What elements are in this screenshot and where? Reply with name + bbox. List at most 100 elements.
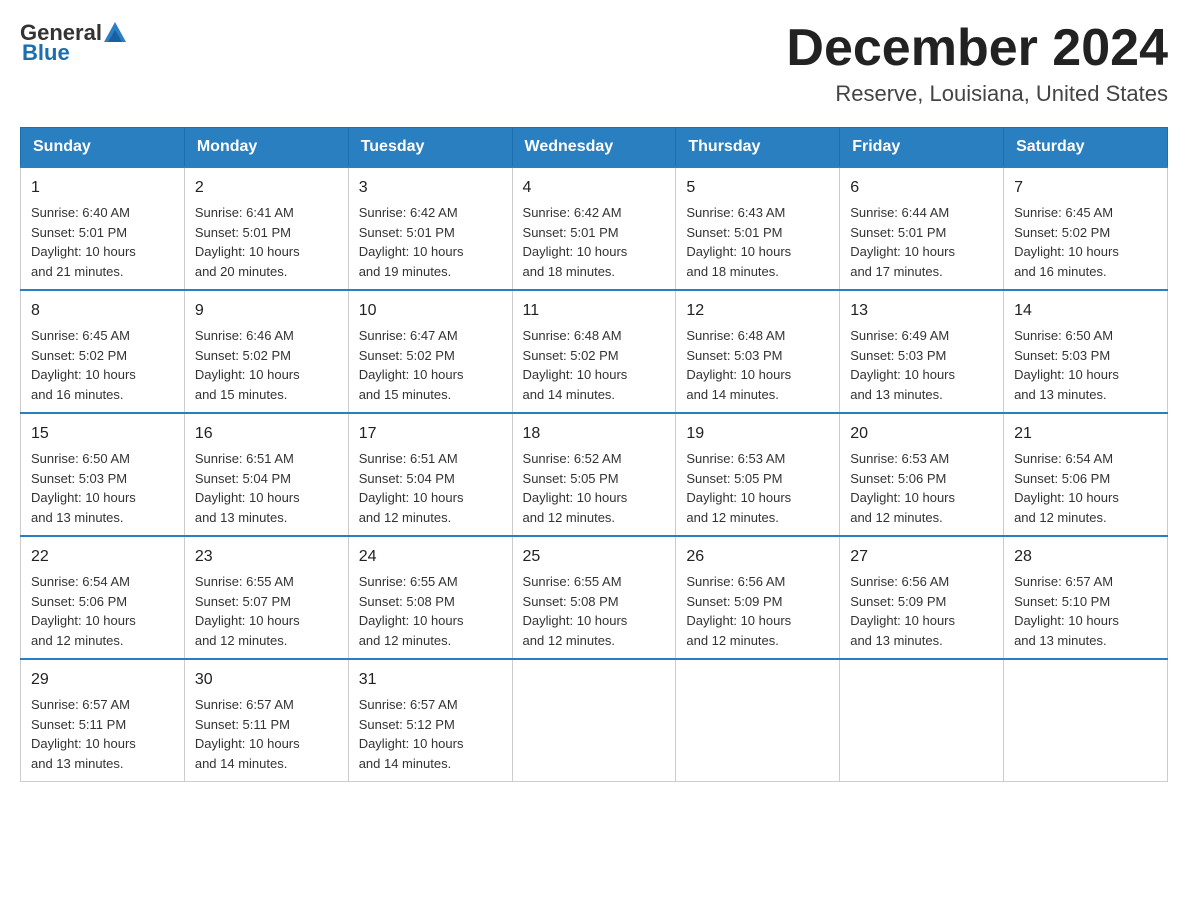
day-number: 27: [850, 545, 993, 569]
header-sunday: Sunday: [21, 128, 185, 168]
day-info: Sunrise: 6:56 AMSunset: 5:09 PMDaylight:…: [686, 572, 829, 650]
table-cell: [1004, 659, 1168, 782]
day-info: Sunrise: 6:48 AMSunset: 5:03 PMDaylight:…: [686, 326, 829, 404]
day-number: 30: [195, 668, 338, 692]
table-cell: 8 Sunrise: 6:45 AMSunset: 5:02 PMDaylight…: [21, 290, 185, 413]
table-cell: 27 Sunrise: 6:56 AMSunset: 5:09 PMDayligh…: [840, 536, 1004, 659]
week-row-2: 8 Sunrise: 6:45 AMSunset: 5:02 PMDaylight…: [21, 290, 1168, 413]
table-cell: 30 Sunrise: 6:57 AMSunset: 5:11 PMDayligh…: [184, 659, 348, 782]
day-number: 7: [1014, 176, 1157, 200]
table-cell: 31Sunrise: 6:57 AMSunset: 5:12 PMDayligh…: [348, 659, 512, 782]
day-info: Sunrise: 6:57 AMSunset: 5:11 PMDaylight:…: [31, 695, 174, 773]
table-cell: 26 Sunrise: 6:56 AMSunset: 5:09 PMDayligh…: [676, 536, 840, 659]
day-info: Sunrise: 6:40 AMSunset: 5:01 PMDaylight:…: [31, 203, 174, 281]
day-number: 14: [1014, 299, 1157, 323]
day-info: Sunrise: 6:42 AMSunset: 5:01 PMDaylight:…: [523, 203, 666, 281]
calendar-table: Sunday Monday Tuesday Wednesday Thursday…: [20, 127, 1168, 782]
table-cell: 3 Sunrise: 6:42 AMSunset: 5:01 PMDaylight…: [348, 167, 512, 290]
header-monday: Monday: [184, 128, 348, 168]
day-info: Sunrise: 6:53 AMSunset: 5:05 PMDaylight:…: [686, 449, 829, 527]
week-row-3: 15 Sunrise: 6:50 AMSunset: 5:03 PMDayligh…: [21, 413, 1168, 536]
table-cell: 25Sunrise: 6:55 AMSunset: 5:08 PMDayligh…: [512, 536, 676, 659]
day-info: Sunrise: 6:47 AMSunset: 5:02 PMDaylight:…: [359, 326, 502, 404]
day-number: 18: [523, 422, 666, 446]
header-saturday: Saturday: [1004, 128, 1168, 168]
table-cell: 22Sunrise: 6:54 AMSunset: 5:06 PMDayligh…: [21, 536, 185, 659]
table-cell: 10 Sunrise: 6:47 AMSunset: 5:02 PMDayligh…: [348, 290, 512, 413]
page-subtitle: Reserve, Louisiana, United States: [786, 81, 1168, 107]
day-info: Sunrise: 6:49 AMSunset: 5:03 PMDaylight:…: [850, 326, 993, 404]
day-info: Sunrise: 6:50 AMSunset: 5:03 PMDaylight:…: [1014, 326, 1157, 404]
day-number: 23: [195, 545, 338, 569]
table-cell: 29 Sunrise: 6:57 AMSunset: 5:11 PMDayligh…: [21, 659, 185, 782]
day-info: Sunrise: 6:45 AMSunset: 5:02 PMDaylight:…: [31, 326, 174, 404]
day-number: 16: [195, 422, 338, 446]
table-cell: 16 Sunrise: 6:51 AMSunset: 5:04 PMDayligh…: [184, 413, 348, 536]
day-number: 26: [686, 545, 829, 569]
day-number: 11: [523, 299, 666, 323]
day-number: 8: [31, 299, 174, 323]
table-cell: 17 Sunrise: 6:51 AMSunset: 5:04 PMDayligh…: [348, 413, 512, 536]
logo-icon: [102, 20, 128, 46]
day-info: Sunrise: 6:52 AMSunset: 5:05 PMDaylight:…: [523, 449, 666, 527]
day-info: Sunrise: 6:54 AMSunset: 5:06 PMDaylight:…: [1014, 449, 1157, 527]
day-info: Sunrise: 6:57 AMSunset: 5:12 PMDaylight:…: [359, 695, 502, 773]
day-number: 25: [523, 545, 666, 569]
day-number: 15: [31, 422, 174, 446]
day-info: Sunrise: 6:55 AMSunset: 5:07 PMDaylight:…: [195, 572, 338, 650]
table-cell: 15 Sunrise: 6:50 AMSunset: 5:03 PMDayligh…: [21, 413, 185, 536]
day-info: Sunrise: 6:56 AMSunset: 5:09 PMDaylight:…: [850, 572, 993, 650]
day-number: 9: [195, 299, 338, 323]
day-info: Sunrise: 6:42 AMSunset: 5:01 PMDaylight:…: [359, 203, 502, 281]
header-tuesday: Tuesday: [348, 128, 512, 168]
day-number: 28: [1014, 545, 1157, 569]
day-number: 4: [523, 176, 666, 200]
table-cell: 11Sunrise: 6:48 AMSunset: 5:02 PMDayligh…: [512, 290, 676, 413]
day-number: 21: [1014, 422, 1157, 446]
day-info: Sunrise: 6:51 AMSunset: 5:04 PMDaylight:…: [359, 449, 502, 527]
day-info: Sunrise: 6:57 AMSunset: 5:11 PMDaylight:…: [195, 695, 338, 773]
day-number: 13: [850, 299, 993, 323]
header-friday: Friday: [840, 128, 1004, 168]
day-number: 6: [850, 176, 993, 200]
day-info: Sunrise: 6:45 AMSunset: 5:02 PMDaylight:…: [1014, 203, 1157, 281]
table-cell: 18 Sunrise: 6:52 AMSunset: 5:05 PMDayligh…: [512, 413, 676, 536]
page-header: General Blue December 2024 Reserve, Loui…: [20, 20, 1168, 107]
table-cell: 2 Sunrise: 6:41 AMSunset: 5:01 PMDaylight…: [184, 167, 348, 290]
day-info: Sunrise: 6:57 AMSunset: 5:10 PMDaylight:…: [1014, 572, 1157, 650]
day-number: 20: [850, 422, 993, 446]
day-info: Sunrise: 6:53 AMSunset: 5:06 PMDaylight:…: [850, 449, 993, 527]
week-row-5: 29 Sunrise: 6:57 AMSunset: 5:11 PMDayligh…: [21, 659, 1168, 782]
table-cell: 1Sunrise: 6:40 AMSunset: 5:01 PMDaylight…: [21, 167, 185, 290]
weekday-header-row: Sunday Monday Tuesday Wednesday Thursday…: [21, 128, 1168, 168]
page-title: December 2024: [786, 20, 1168, 77]
table-cell: 19Sunrise: 6:53 AMSunset: 5:05 PMDayligh…: [676, 413, 840, 536]
day-number: 5: [686, 176, 829, 200]
table-cell: 7 Sunrise: 6:45 AMSunset: 5:02 PMDaylight…: [1004, 167, 1168, 290]
table-cell: 24Sunrise: 6:55 AMSunset: 5:08 PMDayligh…: [348, 536, 512, 659]
table-cell: 4 Sunrise: 6:42 AMSunset: 5:01 PMDaylight…: [512, 167, 676, 290]
day-number: 29: [31, 668, 174, 692]
day-number: 24: [359, 545, 502, 569]
header-thursday: Thursday: [676, 128, 840, 168]
day-info: Sunrise: 6:51 AMSunset: 5:04 PMDaylight:…: [195, 449, 338, 527]
day-number: 2: [195, 176, 338, 200]
table-cell: 5Sunrise: 6:43 AMSunset: 5:01 PMDaylight…: [676, 167, 840, 290]
day-number: 12: [686, 299, 829, 323]
table-cell: 20 Sunrise: 6:53 AMSunset: 5:06 PMDayligh…: [840, 413, 1004, 536]
day-number: 22: [31, 545, 174, 569]
day-number: 3: [359, 176, 502, 200]
table-cell: [676, 659, 840, 782]
table-cell: 21 Sunrise: 6:54 AMSunset: 5:06 PMDayligh…: [1004, 413, 1168, 536]
day-number: 17: [359, 422, 502, 446]
day-info: Sunrise: 6:50 AMSunset: 5:03 PMDaylight:…: [31, 449, 174, 527]
table-cell: 12 Sunrise: 6:48 AMSunset: 5:03 PMDayligh…: [676, 290, 840, 413]
day-info: Sunrise: 6:41 AMSunset: 5:01 PMDaylight:…: [195, 203, 338, 281]
table-cell: 28 Sunrise: 6:57 AMSunset: 5:10 PMDayligh…: [1004, 536, 1168, 659]
table-cell: 6 Sunrise: 6:44 AMSunset: 5:01 PMDaylight…: [840, 167, 1004, 290]
title-section: December 2024 Reserve, Louisiana, United…: [786, 20, 1168, 107]
week-row-4: 22Sunrise: 6:54 AMSunset: 5:06 PMDayligh…: [21, 536, 1168, 659]
logo: General Blue: [20, 20, 128, 66]
day-number: 10: [359, 299, 502, 323]
day-info: Sunrise: 6:44 AMSunset: 5:01 PMDaylight:…: [850, 203, 993, 281]
